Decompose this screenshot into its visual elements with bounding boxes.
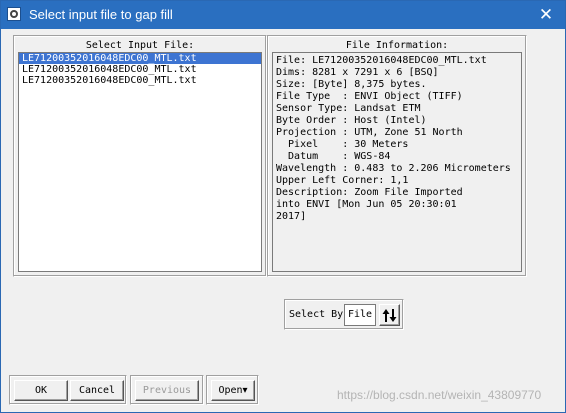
sort-updown-icon	[382, 309, 397, 322]
file-info-line: Upper Left Corner: 1,1	[276, 175, 409, 186]
watermark-text: https://blog.csdn.net/weixin_43809770	[337, 388, 542, 402]
title-bar[interactable]: Select input file to gap fill ✕	[1, 1, 565, 29]
app-icon	[7, 7, 21, 21]
file-info-line: Datum : WGS-84	[276, 151, 391, 162]
ok-button[interactable]: OK	[14, 380, 68, 401]
chevron-down-icon: ▾	[242, 385, 248, 396]
file-info-line: Byte Order : Host (Intel)	[276, 115, 427, 126]
select-by-label: Select By	[289, 309, 344, 320]
file-list-item[interactable]: LE71200352016048EDC00_MTL.txt	[19, 53, 261, 64]
file-info-label: File Information:	[345, 40, 449, 51]
file-info-line: File: LE71200352016048EDC00_MTL.txt	[276, 55, 487, 66]
cancel-button[interactable]: Cancel	[70, 380, 124, 401]
input-file-list[interactable]: LE71200352016048EDC00_MTL.txt LE712003520…	[18, 52, 262, 272]
open-label: Open	[218, 385, 243, 396]
file-info-line: Wavelength : 0.483 to 2.206 Micrometers	[276, 163, 511, 174]
file-info-line: Sensor Type: Landsat ETM	[276, 103, 421, 114]
close-button[interactable]: ✕	[531, 1, 561, 29]
window-title: Select input file to gap fill	[29, 7, 173, 22]
file-info-line: into ENVI [Mon Jun 05 20:30:01	[276, 199, 457, 210]
file-info-line: Dims: 8281 x 7291 x 6 [BSQ]	[276, 67, 439, 78]
file-info-line: Size: [Byte] 8,375 bytes.	[276, 79, 427, 90]
select-by-dropdown[interactable]: File	[344, 304, 376, 326]
open-menu-button[interactable]: Open▾	[211, 380, 255, 401]
file-info-panel: File Information: File: LE71200352016048…	[267, 35, 527, 277]
file-list-item[interactable]: LE71200352016048EDC00_MTL.txt	[19, 75, 261, 86]
file-list-item[interactable]: LE71200352016048EDC00_MTL.txt	[19, 64, 261, 75]
input-file-panel: Select Input File: LE71200352016048EDC00…	[13, 35, 267, 277]
select-by-group: Select By File	[284, 299, 404, 330]
file-info-text: File: LE71200352016048EDC00_MTL.txt Dims:…	[272, 52, 522, 272]
sort-toggle-button[interactable]	[379, 304, 400, 326]
previous-button[interactable]: Previous	[135, 380, 199, 401]
file-info-line: File Type : ENVI Object (TIFF)	[276, 91, 463, 102]
dialog-window: Select input file to gap fill ✕ Select I…	[0, 0, 566, 413]
input-file-label: Select Input File:	[85, 40, 195, 51]
file-info-line: Pixel : 30 Meters	[276, 139, 409, 150]
file-info-line: Description: Zoom File Imported	[276, 187, 463, 198]
file-info-line: Projection : UTM, Zone 51 North	[276, 127, 463, 138]
file-info-line: 2017]	[276, 211, 307, 222]
